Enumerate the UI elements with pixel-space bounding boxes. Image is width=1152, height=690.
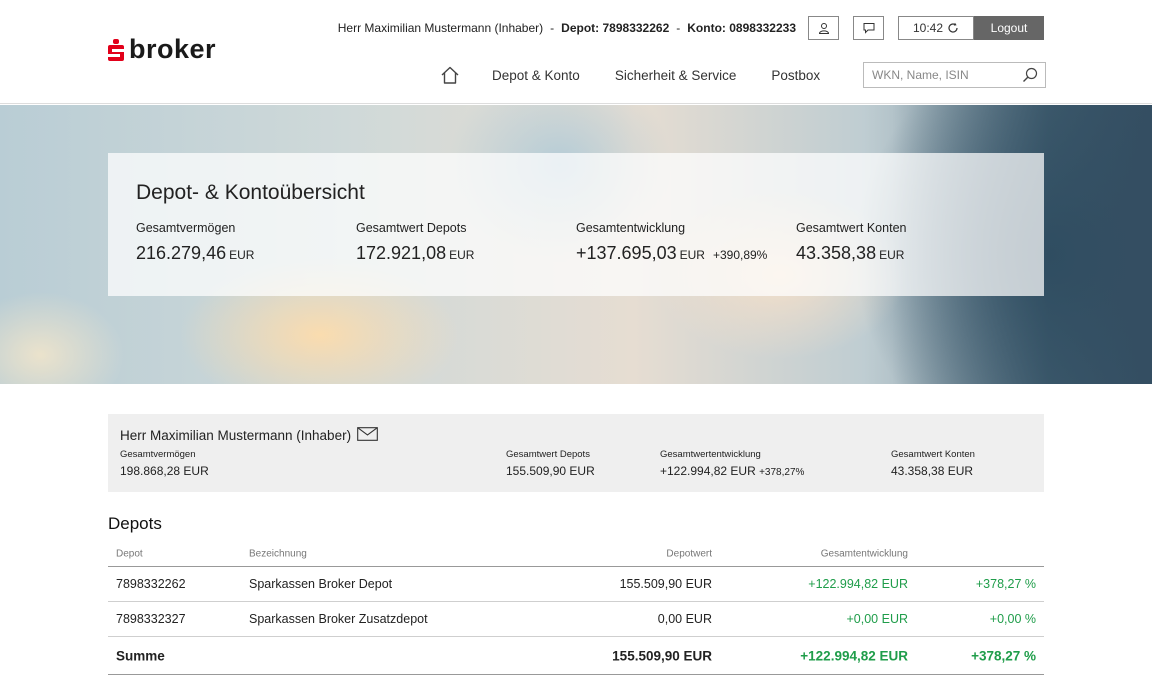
- separator: -: [550, 21, 555, 35]
- table-row[interactable]: 7898332262 Sparkassen Broker Depot 155.5…: [108, 567, 1044, 602]
- owner-metric-gesamtvermoegen: Gesamtvermögen 198.868,28 EUR: [120, 449, 209, 478]
- owner-summary: Herr Maximilian Mustermann (Inhaber) Ges…: [108, 414, 1044, 492]
- depot-performance-percent: +378,27 %: [975, 577, 1036, 591]
- column-header-bezeichnung[interactable]: Bezeichnung: [249, 549, 307, 560]
- metric-currency: EUR: [879, 248, 905, 262]
- depot-performance: +0,00 EUR: [846, 612, 909, 626]
- metric-label: Gesamtvermögen: [120, 449, 196, 460]
- depot-performance: +122.994,82 EUR: [808, 577, 908, 591]
- sparkasse-broker-logo[interactable]: broker: [108, 36, 216, 63]
- metric-value: 155.509,90 EUR: [506, 464, 595, 478]
- overview-card: Depot- & Kontoübersicht Gesamtvermögen 2…: [108, 153, 1044, 296]
- home-button[interactable]: [440, 64, 462, 86]
- search-box: [863, 62, 1046, 88]
- owner-metric-gesamtwert-depots: Gesamtwert Depots 155.509,90 EUR: [506, 449, 595, 478]
- search-input[interactable]: [872, 68, 1012, 82]
- sum-performance-percent: +378,27 %: [971, 648, 1036, 663]
- metric-value: 216.279,46: [136, 243, 227, 263]
- konto-label: Konto:: [687, 21, 726, 35]
- metric-gesamtwert-depots: Gesamtwert Depots 172.921,08 EUR: [356, 221, 576, 264]
- metric-label: Gesamtwert Depots: [506, 449, 590, 460]
- table-header: Depot Bezeichnung Depotwert Gesamtentwic…: [108, 540, 1044, 567]
- metric-value: 43.358,38 EUR: [891, 464, 974, 478]
- depot-number[interactable]: 7898332262: [116, 577, 186, 591]
- search-button[interactable]: [1021, 66, 1039, 89]
- metric-percent: +390,89%: [712, 248, 768, 262]
- contact-button[interactable]: [357, 427, 378, 444]
- table-sum-row: Summe 155.509,90 EUR +122.994,82 EUR +37…: [108, 637, 1044, 675]
- owner-name: Herr Maximilian Mustermann (Inhaber): [120, 428, 352, 443]
- depot-number: 7898332262: [602, 21, 670, 35]
- metric-value: 172.921,08: [356, 243, 447, 263]
- metric-value: +122.994,82 EUR: [660, 464, 756, 478]
- nav-postbox[interactable]: Postbox: [771, 68, 820, 83]
- user-icon: [818, 23, 829, 34]
- column-header-depot[interactable]: Depot: [116, 549, 143, 560]
- depot-value: 155.509,90 EUR: [619, 577, 712, 591]
- column-header-gesamtentwicklung[interactable]: Gesamtentwicklung: [821, 549, 908, 560]
- depot-performance-percent: +0,00 %: [989, 612, 1036, 626]
- search-icon: [1023, 67, 1038, 82]
- metric-currency: EUR: [679, 248, 705, 262]
- depot-name[interactable]: Sparkassen Broker Zusatzdepot: [249, 612, 428, 626]
- sum-value: 155.509,90 EUR: [612, 648, 712, 663]
- depots-table: Depot Bezeichnung Depotwert Gesamtentwic…: [108, 540, 1044, 675]
- depot-value: 0,00 EUR: [657, 612, 712, 626]
- nav-sicherheit-service[interactable]: Sicherheit & Service: [615, 68, 737, 83]
- metric-label: Gesamtvermögen: [136, 221, 236, 235]
- depot-name[interactable]: Sparkassen Broker Depot: [249, 577, 392, 591]
- home-icon: [441, 66, 459, 84]
- metric-label: Gesamtwert Depots: [356, 221, 467, 235]
- header: broker Herr Maximilian Mustermann (Inhab…: [0, 0, 1152, 104]
- session-timer[interactable]: 10:42: [898, 16, 974, 40]
- metric-value: 43.358,38: [796, 243, 877, 263]
- envelope-icon: [357, 427, 378, 441]
- logout-button[interactable]: Logout: [974, 16, 1044, 40]
- logo-text: broker: [129, 34, 217, 64]
- refresh-icon: [948, 22, 958, 33]
- metric-currency: EUR: [229, 248, 255, 262]
- metric-label: Gesamtentwicklung: [576, 221, 686, 235]
- konto-number: 0898332233: [729, 21, 796, 35]
- profile-button[interactable]: [808, 16, 839, 40]
- user-name: Herr Maximilian Mustermann (Inhaber): [337, 21, 544, 35]
- page-title: Depot- & Kontoübersicht: [136, 181, 365, 204]
- chat-icon: [863, 23, 874, 34]
- nav-depot-konto[interactable]: Depot & Konto: [492, 68, 580, 83]
- metric-label: Gesamtwertentwicklung: [660, 449, 761, 460]
- separator: -: [676, 21, 681, 35]
- main-nav: Depot & Konto Sicherheit & Service Postb…: [440, 62, 855, 88]
- depots-heading: Depots: [108, 514, 162, 533]
- messages-button[interactable]: [853, 16, 884, 40]
- depot-label: Depot:: [561, 21, 600, 35]
- account-bar: Herr Maximilian Mustermann (Inhaber) - D…: [338, 16, 1044, 40]
- sum-label: Summe: [116, 648, 165, 663]
- metric-value: 198.868,28 EUR: [120, 464, 209, 478]
- table-row[interactable]: 7898332327 Sparkassen Broker Zusatzdepot…: [108, 602, 1044, 637]
- owner-metric-entwicklung: Gesamtwertentwicklung +122.994,82 EUR +3…: [660, 449, 804, 478]
- session-time: 10:42: [912, 21, 944, 35]
- owner-metric-gesamtwert-konten: Gesamtwert Konten 43.358,38 EUR: [891, 449, 975, 478]
- metric-label: Gesamtwert Konten: [796, 221, 907, 235]
- metric-label: Gesamtwert Konten: [891, 449, 975, 460]
- sum-performance: +122.994,82 EUR: [800, 648, 908, 663]
- depot-number[interactable]: 7898332327: [116, 612, 186, 626]
- hero-banner: Depot- & Kontoübersicht Gesamtvermögen 2…: [0, 105, 1152, 384]
- metric-currency: EUR: [449, 248, 475, 262]
- metric-gesamtentwicklung: Gesamtentwicklung +137.695,03 EUR +390,89…: [576, 221, 796, 264]
- sparkasse-s-icon: [108, 38, 124, 61]
- overview-metrics: Gesamtvermögen 216.279,46 EUR Gesamtwert …: [136, 221, 1016, 264]
- metric-gesamtwert-konten: Gesamtwert Konten 43.358,38 EUR: [796, 221, 1016, 264]
- metric-gesamtvermoegen: Gesamtvermögen 216.279,46 EUR: [136, 221, 356, 264]
- column-header-depotwert[interactable]: Depotwert: [666, 549, 712, 560]
- metric-percent: +378,27%: [759, 467, 805, 478]
- metric-value: +137.695,03: [576, 243, 677, 263]
